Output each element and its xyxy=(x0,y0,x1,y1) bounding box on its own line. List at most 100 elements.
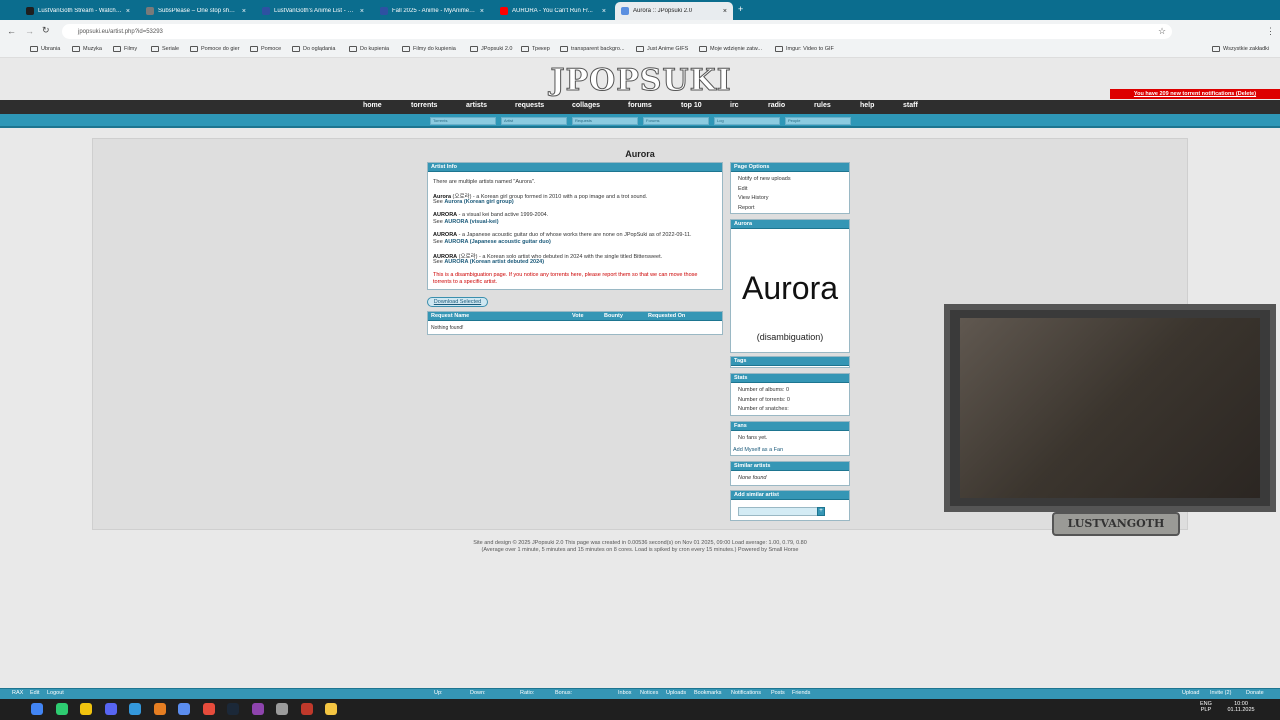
tab-close-icon[interactable]: × xyxy=(723,8,727,15)
bookmark-item[interactable]: Filmy do kupienia xyxy=(402,46,456,52)
taskbar-app-icon[interactable] xyxy=(80,703,92,715)
bookmark-item[interactable]: Pomoce xyxy=(250,46,281,52)
search-input-log[interactable]: Log xyxy=(714,117,780,125)
tab-close-icon[interactable]: × xyxy=(480,8,484,15)
status-link[interactable]: Upload xyxy=(1182,690,1199,696)
search-input-artist[interactable]: Artist xyxy=(501,117,567,125)
col-requested-on[interactable]: Requested On xyxy=(648,313,685,319)
taskbar-app-icon[interactable] xyxy=(129,703,141,715)
tab-close-icon[interactable]: × xyxy=(242,8,246,15)
taskbar-app-icon[interactable] xyxy=(202,703,215,715)
status-link-uploads[interactable]: Uploads xyxy=(666,690,686,696)
bookmark-item[interactable]: Just Anime GIFS xyxy=(636,46,688,52)
nav-radio[interactable]: radio xyxy=(768,102,785,109)
bookmark-item[interactable]: Do kupienia xyxy=(349,46,389,52)
bookmark-item[interactable]: Imgur: Video to GIF xyxy=(775,46,834,52)
status-link-logout[interactable]: Logout xyxy=(47,690,64,696)
search-input-requests[interactable]: Requests xyxy=(572,117,638,125)
clock[interactable]: 10:00 01.11.2025 xyxy=(1224,701,1258,713)
nav-rules[interactable]: rules xyxy=(814,102,831,109)
bookmark-item[interactable]: Трекер xyxy=(521,46,550,52)
address-bar[interactable]: jpopsuki.eu/artist.php?id=53293 xyxy=(62,24,1172,39)
add-similar-button[interactable]: + xyxy=(817,507,825,516)
col-request-name[interactable]: Request Name xyxy=(431,313,469,319)
search-input-people[interactable]: People xyxy=(785,117,851,125)
nav-staff[interactable]: staff xyxy=(903,102,918,109)
nav-requests[interactable]: requests xyxy=(515,102,544,109)
notification-banner[interactable]: You have 209 new torrent notifications (… xyxy=(1110,89,1280,99)
bookmark-item[interactable]: Do oglądania xyxy=(292,46,335,52)
keyboard-lang[interactable]: ENG PLP xyxy=(1200,701,1212,713)
taskbar-app-icon[interactable] xyxy=(178,703,190,715)
nav-torrents[interactable]: torrents xyxy=(411,102,437,109)
tab-close-icon[interactable]: × xyxy=(126,8,130,15)
search-input-forums[interactable]: Forums xyxy=(643,117,709,125)
artist-entry-link[interactable]: AURORA (visual-kei) xyxy=(444,219,498,225)
back-icon[interactable]: ← xyxy=(7,26,16,36)
bookmark-item[interactable]: Pomoce do gier xyxy=(190,46,240,52)
browser-tab[interactable]: LustVanGoth Stream - Watch Li... × xyxy=(20,2,136,20)
search-input-torrents[interactable]: Torrents xyxy=(430,117,496,125)
bookmark-item[interactable]: Ubrania xyxy=(30,46,60,52)
page-option-link[interactable]: Notify of new uploads xyxy=(738,176,791,182)
nav-irc[interactable]: irc xyxy=(730,102,739,109)
status-link-rax[interactable]: RAX xyxy=(12,690,23,696)
tab-close-icon[interactable]: × xyxy=(602,8,606,15)
nav-help[interactable]: help xyxy=(860,102,874,109)
bookmark-item[interactable]: Muzyka xyxy=(72,46,102,52)
col-vote[interactable]: Vote xyxy=(572,313,584,319)
artist-entry-link[interactable]: AURORA (Korean artist debuted 2024) xyxy=(444,259,544,265)
status-link[interactable]: Invite (2) xyxy=(1210,690,1231,696)
taskbar-app-icon[interactable] xyxy=(104,703,117,715)
nav-top-10[interactable]: top 10 xyxy=(681,102,702,109)
browser-tab[interactable]: Aurora :: JPopsuki 2.0 × xyxy=(615,2,733,20)
similar-artist-input[interactable] xyxy=(738,507,818,516)
status-link-inbox[interactable]: Inbox xyxy=(618,690,631,696)
menu-icon[interactable]: ⋮ xyxy=(1266,26,1275,37)
taskbar-app-icon[interactable] xyxy=(31,703,43,715)
taskbar-app-icon[interactable] xyxy=(276,703,288,715)
nav-artists[interactable]: artists xyxy=(466,102,487,109)
nav-collages[interactable]: collages xyxy=(572,102,600,109)
download-selected-button[interactable]: Download Selected xyxy=(427,297,488,307)
nav-forums[interactable]: forums xyxy=(628,102,652,109)
artist-entry-link[interactable]: AURORA (Japanese acoustic guitar duo) xyxy=(444,239,550,245)
taskbar-app-icon[interactable] xyxy=(55,703,68,715)
bookmark-item[interactable]: Seriale xyxy=(151,46,179,52)
new-tab-icon[interactable]: + xyxy=(738,4,743,14)
status-link-edit[interactable]: Edit xyxy=(30,690,39,696)
reload-icon[interactable]: ↻ xyxy=(42,25,50,36)
bookmark-item[interactable]: Moje wdzięnie zatw... xyxy=(699,46,762,52)
taskbar-app-icon[interactable] xyxy=(325,703,337,715)
browser-tab[interactable]: SubsPlease – One stop shop fo... × xyxy=(140,2,252,20)
taskbar-app-icon[interactable] xyxy=(300,703,313,715)
taskbar-app-icon[interactable] xyxy=(227,703,239,715)
taskbar-app-icon[interactable] xyxy=(251,703,264,715)
status-link-notices[interactable]: Notices xyxy=(640,690,658,696)
add-fan-link[interactable]: Add Myself as a Fan xyxy=(733,447,783,453)
taskbar-app-icon[interactable] xyxy=(153,703,166,715)
status-link[interactable]: Donate xyxy=(1246,690,1264,696)
status-link-friends[interactable]: Friends xyxy=(792,690,810,696)
artist-entry-link[interactable]: Aurora (Korean girl group) xyxy=(444,199,513,205)
tab-close-icon[interactable]: × xyxy=(360,8,364,15)
artist-image-subtitle: (disambiguation) xyxy=(756,332,824,342)
forward-icon[interactable]: → xyxy=(25,26,34,36)
browser-tab[interactable]: AURORA - You Can't Run Fr... × xyxy=(494,2,612,20)
site-logo[interactable]: JPOPSUKI xyxy=(550,62,731,98)
col-bounty[interactable]: Bounty xyxy=(604,313,623,319)
browser-tab[interactable]: Fall 2025 - Anime - MyAnimeLi... × xyxy=(374,2,490,20)
bookmark-item[interactable]: transparent backgro... xyxy=(560,46,625,52)
status-link-bookmarks[interactable]: Bookmarks xyxy=(694,690,722,696)
page-option-link[interactable]: Edit xyxy=(738,186,747,192)
nav-home[interactable]: home xyxy=(363,102,382,109)
page-option-link[interactable]: View History xyxy=(738,195,768,201)
status-link-posts[interactable]: Posts xyxy=(771,690,785,696)
all-bookmarks[interactable]: Wszystkie zakładki xyxy=(1212,46,1269,52)
page-option-link[interactable]: Report xyxy=(738,205,755,211)
browser-tab[interactable]: LustVanGoth's Anime List - My... × xyxy=(256,2,370,20)
status-link-notifications[interactable]: Notifications xyxy=(731,690,761,696)
bookmark-item[interactable]: Filmy xyxy=(113,46,137,52)
bookmark-star-icon[interactable]: ☆ xyxy=(1158,26,1166,37)
bookmark-item[interactable]: JPopsuki 2.0 xyxy=(470,46,513,52)
